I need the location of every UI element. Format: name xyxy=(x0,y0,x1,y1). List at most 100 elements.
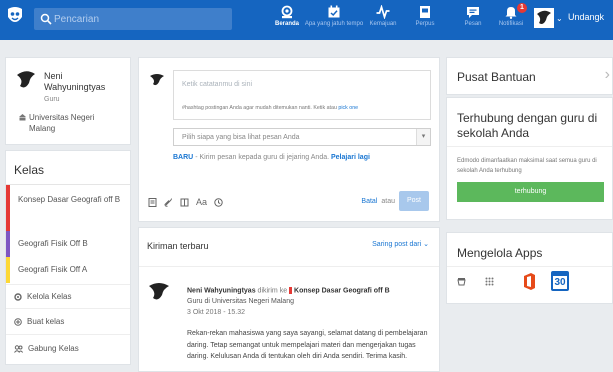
search-box[interactable] xyxy=(34,8,232,30)
note-placeholder: Ketik catatanmu di sini xyxy=(182,81,253,88)
post-group[interactable]: Konsep Dasar Geografi off B xyxy=(294,287,390,294)
join-class-link[interactable]: Gabung Kelas xyxy=(14,344,79,353)
nav-beranda[interactable]: Beranda xyxy=(272,0,302,40)
nav-label: Apa yang jatuh tempo xyxy=(304,21,364,27)
nav-label: Pesan xyxy=(464,21,482,27)
library-icon[interactable] xyxy=(180,198,189,207)
link-label: Gabung Kelas xyxy=(28,344,79,353)
divider xyxy=(139,266,439,267)
link-label: Kelola Kelas xyxy=(27,292,72,301)
nav-label: Notifikasi xyxy=(498,21,524,27)
divider xyxy=(6,334,130,335)
cancel-link[interactable]: Batal xyxy=(361,198,377,205)
select-arrow-icon: ▾ xyxy=(416,129,430,145)
nav-label: Beranda xyxy=(274,21,299,27)
link-label: Buat kelas xyxy=(27,317,65,326)
chevron-right-icon: › xyxy=(604,66,610,83)
edmodo-logo-icon[interactable] xyxy=(6,6,24,26)
search-icon xyxy=(40,13,52,25)
help-center-card[interactable]: Pusat Bantuan › xyxy=(446,57,613,95)
audience-select[interactable]: Pilih siapa yang bisa lihat pesan Anda ▾ xyxy=(173,128,431,146)
chevron-down-icon: ⌄ xyxy=(423,241,429,248)
bell-icon xyxy=(505,7,517,19)
invite-link[interactable]: Undangk xyxy=(568,12,604,22)
compose-actions: Batal atau Post xyxy=(361,191,429,211)
class-item[interactable]: Geografi Fisik Off B xyxy=(6,231,130,257)
nav-perpus[interactable]: Perpus xyxy=(410,0,440,40)
top-bar: Beranda Apa yang jatuh tempo Kemajuan Pe… xyxy=(0,0,613,40)
classes-title: Kelas xyxy=(6,151,130,185)
class-name: Konsep Dasar Geografi off B xyxy=(18,195,121,204)
nav-kemajuan[interactable]: Kemajuan xyxy=(366,0,400,40)
divider xyxy=(6,308,130,309)
profile-name[interactable]: Neni Wahyuningtyas xyxy=(44,71,124,93)
apps-title: Mengelola Apps xyxy=(457,246,543,260)
classes-card: Kelas Konsep Dasar Geografi off B Geogra… xyxy=(5,150,131,365)
learn-more-link[interactable]: Pelajari lagi xyxy=(331,154,370,161)
clock-icon[interactable] xyxy=(214,197,223,207)
new-label: BARU xyxy=(173,154,194,161)
connect-text: Edmodo dimanfaatkan maksimal saat semua … xyxy=(457,158,597,174)
manage-classes-link[interactable]: Kelola Kelas xyxy=(14,292,71,301)
user-avatar-icon[interactable] xyxy=(534,8,554,28)
nav-label: Perpus xyxy=(415,21,435,27)
text-format-icon[interactable]: Aa xyxy=(196,197,207,207)
class-name: Geografi Fisik Off B xyxy=(18,239,88,248)
connect-title: Terhubung dengan guru di sekolah Anda xyxy=(457,111,598,140)
feed-card: Kiriman terbaru Saring post dari ⌄ Neni … xyxy=(138,227,440,372)
calendar-app-date: 30 xyxy=(553,276,567,289)
class-item[interactable]: Geografi Fisik Off A xyxy=(6,257,130,283)
feed-title: Kiriman terbaru xyxy=(147,241,209,251)
create-class-link[interactable]: Buat kelas xyxy=(14,317,64,326)
app-store-icon[interactable] xyxy=(457,277,466,286)
users-icon xyxy=(14,344,23,353)
hashtag-hint: #hashtag postingan Anda agar mudah ditem… xyxy=(182,105,358,111)
post-button[interactable]: Post xyxy=(399,191,429,211)
nav-jatuh-tempo[interactable]: Apa yang jatuh tempo xyxy=(304,0,364,40)
apps-grid-icon[interactable] xyxy=(485,277,494,286)
feed-filter[interactable]: Saring post dari ⌄ xyxy=(372,240,429,248)
hashtag-hint-text: #hashtag postingan Anda agar mudah ditem… xyxy=(182,105,337,111)
office-icon[interactable] xyxy=(522,273,536,290)
nav-pesan[interactable]: Pesan xyxy=(458,0,488,40)
group-color-marker xyxy=(289,287,293,294)
composer-avatar xyxy=(150,74,164,86)
attach-link-icon[interactable] xyxy=(164,197,173,207)
progress-pulse-icon xyxy=(376,5,390,19)
post-avatar[interactable] xyxy=(147,280,171,304)
class-name: Geografi Fisik Off A xyxy=(18,265,88,274)
profile-avatar[interactable] xyxy=(14,68,38,92)
new-feature-note: BARU - Kirim pesan kepada guru di jejari… xyxy=(173,154,370,161)
post-body: Rekan-rekan mahasiswa yang saya sayangi,… xyxy=(187,330,428,360)
compose-card: Ketik catatanmu di sini #hashtag posting… xyxy=(138,57,440,222)
pick-one-link[interactable]: pick one xyxy=(338,105,358,111)
profile-card: Neni Wahyuningtyas Guru Universitas Nege… xyxy=(5,57,131,145)
file-icon[interactable] xyxy=(148,197,157,207)
nav-notifikasi[interactable]: 1 Notifikasi xyxy=(494,0,528,40)
gear-icon xyxy=(14,292,22,301)
divider xyxy=(6,284,130,285)
audience-placeholder: Pilih siapa yang bisa lihat pesan Anda xyxy=(182,134,300,141)
institution-icon xyxy=(19,114,26,121)
post-sent-to: dikirim ke xyxy=(257,287,288,295)
nav-label: Kemajuan xyxy=(369,21,397,27)
connect-button[interactable]: terhubung xyxy=(457,182,604,202)
profile-institution[interactable]: Universitas Negeri Malang xyxy=(29,112,99,134)
divider xyxy=(447,146,612,147)
message-icon xyxy=(467,7,479,18)
post-header: Neni Wahyuningtyas dikirim ke Konsep Das… xyxy=(187,287,390,294)
note-input[interactable]: Ketik catatanmu di sini #hashtag posting… xyxy=(173,70,431,120)
home-icon xyxy=(281,5,293,19)
post-author[interactable]: Neni Wahyuningtyas xyxy=(187,287,256,294)
connect-teachers-card: Terhubung dengan guru di sekolah Anda Ed… xyxy=(446,97,613,220)
manage-apps-card: Mengelola Apps 30 xyxy=(446,232,613,304)
class-item[interactable]: Konsep Dasar Geografi off B xyxy=(6,185,130,231)
chevron-down-icon[interactable]: ⌄ xyxy=(556,14,563,23)
search-input[interactable] xyxy=(54,8,224,30)
plus-circle-icon xyxy=(14,317,22,326)
filter-label: Saring post dari xyxy=(372,241,422,248)
post-role: Guru di Universitas Negeri Malang xyxy=(187,298,294,305)
calendar-app-icon[interactable]: 30 xyxy=(551,271,569,291)
profile-role: Guru xyxy=(44,96,60,103)
help-center-title: Pusat Bantuan xyxy=(457,70,536,84)
